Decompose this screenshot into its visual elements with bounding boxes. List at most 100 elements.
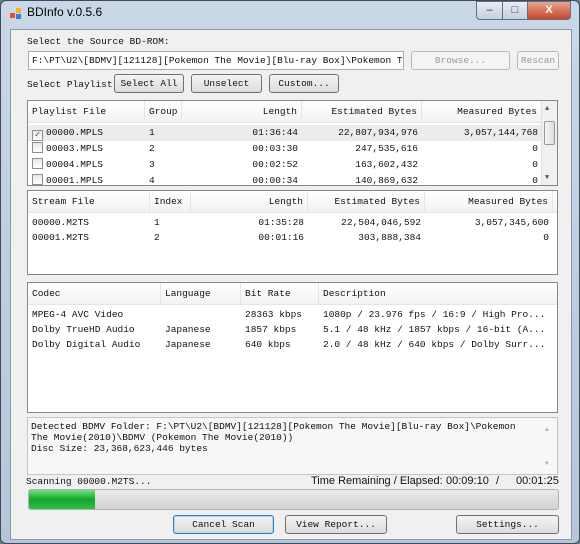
estimated-bytes-cell: 22,504,046,592 [341, 217, 421, 228]
codec-row[interactable]: Dolby Digital Audio Japanese 640 kbps 2.… [28, 337, 557, 353]
source-path-input[interactable]: F:\PT\U2\[BDMV][121128][Pokemon The Movi… [28, 51, 404, 70]
scanning-status: Scanning 00000.M2TS... [26, 476, 152, 487]
playlist-row[interactable]: 00001.MPLS 4 00:00:34 140,869,632 0 [28, 173, 557, 186]
log-line: Detected BDMV Folder: F:\PT\U2\[BDMV][12… [31, 421, 516, 432]
col-length[interactable]: Length [191, 191, 308, 213]
col-group[interactable]: Group [145, 101, 182, 123]
time-remaining: 00:09:10 [446, 475, 489, 487]
estimated-bytes-cell: 303,888,384 [358, 232, 421, 243]
log-line: The Movie(2010)\BDMV (Pokemon The Movie(… [31, 432, 294, 443]
index-cell: 1 [154, 217, 160, 228]
scroll-thumb[interactable] [544, 121, 555, 145]
length-cell: 00:02:52 [252, 159, 298, 170]
playlist-file-cell: 00003.MPLS [32, 141, 103, 157]
group-cell: 3 [149, 159, 155, 170]
app-icon [10, 8, 22, 19]
codec-table: Codec Language Bit Rate Description MPEG… [27, 282, 558, 413]
time-separator: / [496, 475, 500, 487]
estimated-bytes-cell: 247,535,616 [355, 143, 418, 154]
playlist-row[interactable]: 00003.MPLS 2 00:03:30 247,535,616 0 [28, 141, 557, 157]
group-cell: 1 [149, 127, 155, 138]
custom-button[interactable]: Custom... [269, 74, 339, 93]
scroll-down-icon[interactable]: ▼ [545, 458, 549, 469]
col-measured-bytes[interactable]: Measured Bytes [422, 101, 542, 123]
playlist-header: Playlist File Group Length Estimated Byt… [28, 101, 557, 123]
playlist-file-cell: ✓ 00000.MPLS [32, 125, 103, 141]
time-elapsed: 00:01:25 [516, 475, 559, 487]
description-cell: 1080p / 23.976 fps / 16:9 / High Pro... [323, 309, 546, 320]
log-scrollbar[interactable]: ▲ ▼ [541, 418, 557, 474]
log-line: Disc Size: 23,368,623,446 bytes [31, 443, 208, 454]
col-description[interactable]: Description [319, 283, 557, 305]
estimated-bytes-cell: 140,869,632 [355, 175, 418, 186]
stream-table: Stream File Index Length Estimated Bytes… [27, 190, 558, 275]
estimated-bytes-cell: 163,602,432 [355, 159, 418, 170]
index-cell: 2 [154, 232, 160, 243]
bit-rate-cell: 640 kbps [245, 339, 291, 350]
col-index[interactable]: Index [150, 191, 191, 213]
measured-bytes-cell: 0 [532, 159, 538, 170]
col-length[interactable]: Length [182, 101, 302, 123]
measured-bytes-cell: 0 [532, 143, 538, 154]
playlist-checkbox[interactable]: ✓ [32, 130, 43, 141]
length-cell: 01:36:44 [252, 127, 298, 138]
col-codec[interactable]: Codec [28, 283, 161, 305]
playlist-checkbox[interactable] [32, 174, 43, 185]
browse-button[interactable]: Browse... [411, 51, 510, 70]
col-stream-file[interactable]: Stream File [28, 191, 150, 213]
playlist-checkbox[interactable] [32, 142, 43, 153]
playlist-scrollbar[interactable]: ▲ ▼ [541, 101, 557, 185]
scroll-down-icon[interactable]: ▼ [545, 174, 549, 182]
playlist-file-cell: 00004.MPLS [32, 157, 103, 173]
col-bit-rate[interactable]: Bit Rate [241, 283, 319, 305]
codec-cell: Dolby TrueHD Audio [32, 324, 135, 335]
scan-progress-bar [28, 489, 559, 510]
client-area: Select the Source BD-ROM: F:\PT\U2\[BDMV… [10, 29, 572, 540]
group-cell: 2 [149, 143, 155, 154]
codec-cell: Dolby Digital Audio [32, 339, 141, 350]
description-cell: 2.0 / 48 kHz / 640 kbps / Dolby Surr... [323, 339, 546, 350]
length-cell: 01:35:28 [258, 217, 304, 228]
codec-cell: MPEG-4 AVC Video [32, 309, 124, 320]
settings-button[interactable]: Settings... [456, 515, 559, 534]
rescan-button[interactable]: Rescan [517, 51, 559, 70]
playlist-checkbox[interactable] [32, 158, 43, 169]
col-estimated-bytes[interactable]: Estimated Bytes [302, 101, 422, 123]
group-cell: 4 [149, 175, 155, 186]
bdinfo-window: BDInfo v.0.5.6 – □ X Select the Source B… [0, 0, 580, 544]
playlist-row[interactable]: ✓ 00000.MPLS 1 01:36:44 22,807,934,976 3,… [28, 125, 557, 141]
bit-rate-cell: 1857 kbps [245, 324, 297, 335]
col-playlist-file[interactable]: Playlist File [28, 101, 145, 123]
stream-file-cell: 00000.M2TS [32, 217, 90, 228]
close-button[interactable]: X [527, 1, 571, 20]
minimize-button[interactable]: – [476, 1, 503, 20]
playlist-table: Playlist File Group Length Estimated Byt… [27, 100, 558, 186]
measured-bytes-cell: 3,057,345,600 [474, 217, 549, 228]
unselect-button[interactable]: Unselect [191, 74, 262, 93]
window-title: BDInfo v.0.5.6 [27, 5, 103, 19]
view-report-button[interactable]: View Report... [285, 515, 387, 534]
playlist-file: 00004.MPLS [46, 159, 104, 170]
stream-row[interactable]: 00001.M2TS 2 00:01:16 303,888,384 0 [28, 230, 557, 246]
col-measured-bytes[interactable]: Measured Bytes [425, 191, 553, 213]
stream-row[interactable]: 00000.M2TS 1 01:35:28 22,504,046,592 3,0… [28, 215, 557, 231]
playlist-row[interactable]: 00004.MPLS 3 00:02:52 163,602,432 0 [28, 157, 557, 173]
select-all-button[interactable]: Select All [114, 74, 184, 93]
codec-row[interactable]: MPEG-4 AVC Video 28363 kbps 1080p / 23.9… [28, 307, 557, 323]
stream-file-cell: 00001.M2TS [32, 232, 90, 243]
codec-row[interactable]: Dolby TrueHD Audio Japanese 1857 kbps 5.… [28, 322, 557, 338]
source-label: Select the Source BD-ROM: [27, 36, 170, 47]
scroll-up-icon[interactable]: ▲ [545, 424, 549, 435]
scroll-up-icon[interactable]: ▲ [545, 105, 549, 113]
length-cell: 00:00:34 [252, 175, 298, 186]
progress-fill [29, 490, 96, 509]
measured-bytes-cell: 0 [532, 175, 538, 186]
language-cell: Japanese [165, 339, 211, 350]
measured-bytes-cell: 0 [543, 232, 549, 243]
col-estimated-bytes[interactable]: Estimated Bytes [308, 191, 425, 213]
cancel-scan-button[interactable]: Cancel Scan [173, 515, 274, 534]
playlist-file: 00003.MPLS [46, 143, 104, 154]
log-textbox[interactable]: Detected BDMV Folder: F:\PT\U2\[BDMV][12… [27, 417, 558, 475]
col-language[interactable]: Language [161, 283, 241, 305]
maximize-button[interactable]: □ [502, 1, 528, 20]
